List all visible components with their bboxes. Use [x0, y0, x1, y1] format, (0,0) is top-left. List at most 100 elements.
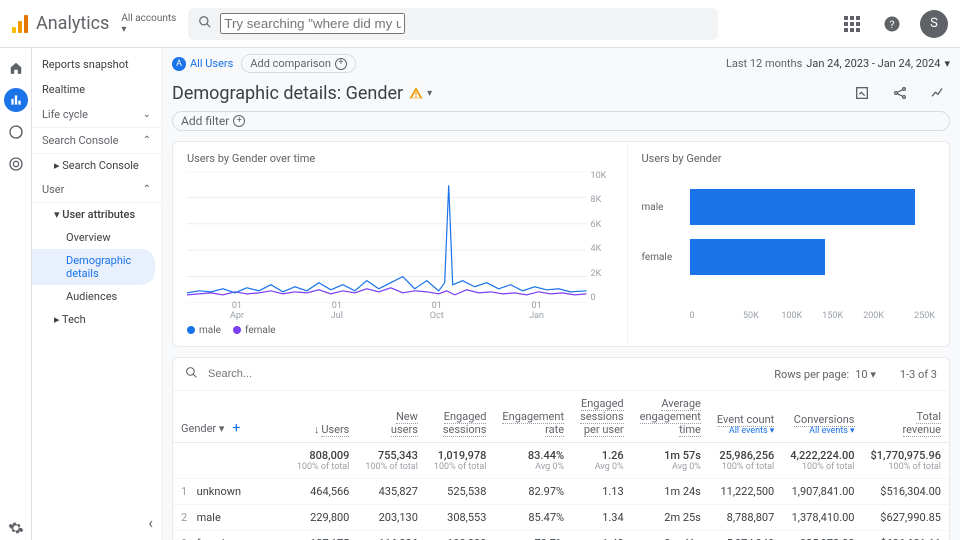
data-table: Gender ▾ + ↓Users New users Engaged sess…	[173, 391, 949, 540]
nav-search-console[interactable]: Search Console⌃	[32, 128, 161, 154]
rows-per-page-select[interactable]: 10 ▾	[855, 368, 876, 381]
legend-dot-female	[233, 326, 241, 334]
rail-reports-icon[interactable]	[4, 88, 28, 112]
totals-row: 808,009100% of total 755,343100% of tota…	[173, 443, 949, 479]
col-engaged-per-user[interactable]: Engaged sessions per user	[572, 391, 632, 443]
report-title: Demographic details: Gender	[172, 83, 403, 104]
rail-explore-icon[interactable]	[4, 120, 28, 144]
col-users[interactable]: ↓Users	[289, 391, 358, 443]
share-icon[interactable]	[888, 81, 912, 105]
event-count-filter[interactable]: All events ▾	[717, 426, 774, 436]
user-avatar[interactable]: S	[920, 10, 948, 38]
pagination-range: 1-3 of 3	[900, 368, 937, 381]
nav-realtime[interactable]: Realtime	[32, 77, 161, 102]
top-right-actions: ? S	[840, 10, 948, 38]
nav-audiences[interactable]: Audiences	[32, 285, 161, 308]
time-series-title: Users by Gender over time	[187, 152, 613, 165]
conversions-filter[interactable]: All events ▾	[790, 426, 854, 436]
nav-life-cycle[interactable]: Life cycle⌄	[32, 102, 161, 128]
bar-chart-panel: Users by Gender male female 050K100K150K…	[628, 142, 949, 346]
search-icon	[198, 15, 212, 32]
apps-icon[interactable]	[840, 12, 864, 36]
rail-admin-icon[interactable]	[4, 516, 28, 540]
x-axis-ticks: 01Apr 01Jul 01Oct 01Jan	[187, 301, 587, 321]
bar-row-female: female	[642, 235, 935, 279]
col-engagement-rate[interactable]: Engagement rate	[494, 391, 572, 443]
bar-chart[interactable]: male female 050K100K150K200K250K	[642, 171, 935, 321]
insights-icon[interactable]	[926, 81, 950, 105]
table-row[interactable]: 3 female 137,175116,386192,00979.7%1.402…	[173, 531, 949, 540]
report-title-row: Demographic details: Gender ▾	[172, 81, 950, 105]
filter-row: Add filter +	[172, 111, 950, 131]
chip-all-users[interactable]: A All Users	[172, 57, 233, 71]
col-engaged-sessions[interactable]: Engaged sessions	[426, 391, 495, 443]
title-dimension-dropdown[interactable]: ▾	[427, 88, 432, 99]
time-series-chart[interactable]: 10K8K6K4K2K0 01Apr 01Jul 01Oct 01Jan	[187, 171, 613, 321]
product-logo: Analytics	[12, 13, 109, 34]
col-total-revenue[interactable]: Total revenue	[863, 391, 950, 443]
customize-report-icon[interactable]	[850, 81, 874, 105]
chevron-down-icon: ▾	[944, 57, 950, 70]
table-search-input[interactable]	[206, 367, 766, 381]
bar-x-axis: 050K100K150K200K250K	[690, 311, 935, 321]
date-range-label: Last 12 months	[726, 57, 802, 70]
table-row[interactable]: 1 unknown 464,566435,827525,53882.97%1.1…	[173, 479, 949, 505]
main-content: A All Users Add comparison + Last 12 mon…	[162, 48, 960, 540]
col-conversions[interactable]: ConversionsAll events ▾	[782, 391, 862, 443]
add-filter-button[interactable]: Add filter +	[172, 111, 950, 131]
nav-search-console-sub[interactable]: ▸ Search Console	[32, 154, 161, 177]
chevron-up-icon: ⌃	[143, 135, 151, 146]
rail-home-icon[interactable]	[4, 56, 28, 80]
chip-all-users-label: All Users	[190, 57, 233, 70]
plus-icon: +	[335, 58, 347, 70]
report-actions	[850, 81, 950, 105]
nav-demographic-details[interactable]: Demographic details	[32, 249, 155, 285]
bar-female	[690, 239, 825, 275]
legend-dot-male	[187, 326, 195, 334]
plus-icon: +	[233, 115, 245, 127]
add-comparison-label: Add comparison	[250, 57, 331, 70]
bar-label-male: male	[642, 202, 690, 213]
thresholding-warning-icon[interactable]	[409, 86, 423, 100]
bar-chart-title: Users by Gender	[642, 152, 935, 165]
table-row[interactable]: 2 male 229,800203,130308,55385.47%1.342m…	[173, 505, 949, 531]
date-range-value: Jan 24, 2023 - Jan 24, 2024	[806, 57, 940, 70]
search-icon	[185, 366, 198, 382]
nav-overview[interactable]: Overview	[32, 226, 161, 249]
add-dimension-button[interactable]: +	[232, 420, 240, 436]
account-dropdown-caret: ▾	[121, 24, 176, 35]
y-axis-ticks: 10K8K6K4K2K0	[591, 171, 613, 303]
sort-desc-icon: ↓	[314, 423, 320, 436]
search-input[interactable]	[220, 13, 405, 34]
nav-tech[interactable]: ▸ Tech	[32, 308, 161, 331]
bar-label-female: female	[642, 252, 690, 263]
bar-row-male: male	[642, 185, 935, 229]
rail-advertising-icon[interactable]	[4, 152, 28, 176]
dimension-picker[interactable]: Gender ▾	[181, 422, 224, 435]
add-filter-label: Add filter	[181, 114, 229, 128]
line-chart-svg	[187, 171, 587, 303]
add-comparison-button[interactable]: Add comparison +	[241, 54, 356, 73]
data-table-card: Rows per page: 10 ▾ 1-3 of 3 Gender ▾ +	[172, 357, 950, 540]
account-picker[interactable]: All accounts ▾	[121, 13, 176, 35]
col-new-users[interactable]: New users	[357, 391, 426, 443]
nav-reports-snapshot[interactable]: Reports snapshot	[32, 52, 161, 77]
chevron-up-icon: ⌃	[143, 184, 151, 195]
date-range-picker[interactable]: Last 12 months Jan 24, 2023 - Jan 24, 20…	[726, 57, 950, 70]
comparison-bar: A All Users Add comparison + Last 12 mon…	[172, 54, 950, 73]
search-box[interactable]	[188, 8, 718, 40]
charts-card: Users by Gender over time 10K8K6K4K2K0 0…	[172, 141, 950, 347]
nav-user[interactable]: User⌃	[32, 177, 161, 203]
top-bar: Analytics All accounts ▾ ? S	[0, 0, 960, 48]
left-rail	[0, 48, 32, 540]
account-label: All accounts	[121, 13, 176, 24]
col-event-count[interactable]: Event countAll events ▾	[709, 391, 782, 443]
table-toolbar: Rows per page: 10 ▾ 1-3 of 3	[173, 358, 949, 391]
nav-user-attributes[interactable]: ▾ User attributes	[32, 203, 161, 226]
time-series-panel: Users by Gender over time 10K8K6K4K2K0 0…	[173, 142, 628, 346]
collapse-nav-icon[interactable]: ‹	[148, 513, 153, 532]
help-icon[interactable]: ?	[880, 12, 904, 36]
analytics-logo-icon	[12, 15, 30, 33]
svg-text:?: ?	[890, 17, 895, 30]
col-avg-engagement-time[interactable]: Average engagement time	[632, 391, 709, 443]
